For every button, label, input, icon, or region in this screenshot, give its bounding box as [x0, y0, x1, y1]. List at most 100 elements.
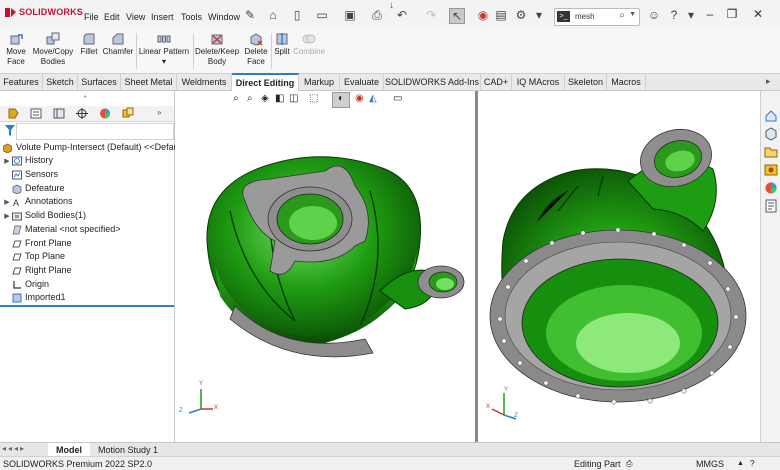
menu-file[interactable]: File — [84, 12, 99, 22]
select-arrow-icon[interactable]: ↖ — [449, 8, 465, 24]
tab-sheet-metal[interactable]: Sheet Metal — [121, 74, 177, 90]
linear-pattern-dropdown-icon[interactable]: ▾ — [162, 57, 166, 66]
customize-icon[interactable]: ▾ — [532, 8, 546, 22]
tree-item-history[interactable]: ▶ History — [2, 154, 53, 167]
tab-skeleton[interactable]: Skeleton — [565, 74, 607, 90]
linear-pattern-icon — [157, 35, 171, 43]
split-button[interactable]: Split — [273, 32, 291, 57]
chamfer-button[interactable]: Chamfer — [102, 32, 134, 57]
menu-view[interactable]: View — [126, 12, 145, 22]
new-document-icon[interactable]: ▯ — [290, 8, 304, 22]
tab-direct-editing[interactable]: Direct Editing — [232, 73, 299, 92]
menu-tools[interactable]: Tools — [181, 12, 202, 22]
tab-sketch[interactable]: Sketch — [43, 74, 78, 90]
expand-arrow-icon[interactable]: ▶ — [2, 210, 12, 223]
tree-item-annotations[interactable]: ▶ A Annotations — [2, 195, 72, 209]
menu-window[interactable]: Window — [208, 12, 240, 22]
tab-solidworks-add-ins[interactable]: SOLIDWORKS Add-Ins — [384, 74, 481, 90]
tab-cad-plus[interactable]: CAD+ — [481, 74, 512, 90]
tree-item-sensors[interactable]: Sensors — [2, 168, 58, 181]
tab-weldments[interactable]: Weldments — [177, 74, 232, 90]
search-input[interactable]: >_ mesh ⌕ ▼ — [554, 8, 640, 26]
graphics-viewport-left[interactable]: ⌕ ⌕ ◈ ◧ ◫ ⬚ ◐ ◉ ◭ ▭ Y X Z — [175, 91, 475, 442]
tree-item-front-plane[interactable]: Front Plane — [2, 237, 72, 250]
dimxpert-manager-tab-icon[interactable] — [74, 107, 90, 120]
tabs-scroll-icon[interactable]: ▸ — [766, 76, 771, 87]
expand-arrow-icon[interactable]: ▶ — [2, 155, 12, 168]
home-icon[interactable]: ⌂ — [266, 8, 280, 22]
tree-filter-input[interactable] — [16, 123, 174, 140]
view-palette-icon[interactable] — [764, 163, 778, 177]
display-manager-tab-icon[interactable] — [97, 107, 113, 120]
feature-manager-tab-icon[interactable] — [6, 107, 22, 120]
help-icon[interactable]: ? — [667, 8, 681, 22]
menu-edit[interactable]: Edit — [104, 12, 120, 22]
help-dropdown-icon[interactable]: ▾ — [684, 8, 698, 22]
minimize-button[interactable]: – — [700, 6, 720, 22]
tab-model[interactable]: Model — [48, 443, 90, 457]
property-manager-tab-icon[interactable] — [28, 107, 44, 120]
pane-grip-icon[interactable]: • — [84, 94, 86, 101]
menu-insert[interactable]: Insert — [151, 12, 174, 22]
pump-volute-isometric[interactable] — [175, 91, 475, 442]
options-gear-icon[interactable]: ⚙ — [514, 8, 528, 22]
tree-item-material[interactable]: Material <not specified> — [2, 223, 121, 236]
save-icon[interactable]: ▣ — [343, 8, 357, 22]
search-icon[interactable]: ⌕ — [619, 10, 625, 21]
tab-markup[interactable]: Markup — [299, 74, 340, 90]
expand-arrow-icon[interactable]: ▶ — [2, 196, 12, 209]
configuration-manager-tab-icon[interactable] — [51, 107, 67, 120]
print-icon[interactable]: ⎙ — [370, 8, 384, 22]
user-account-icon[interactable]: ☺ — [647, 8, 661, 22]
tree-item-origin[interactable]: Origin — [2, 278, 49, 291]
status-version: SOLIDWORKS Premium 2022 SP2.0 — [3, 459, 153, 469]
rollback-bar[interactable] — [0, 305, 174, 307]
tab-iq-macros[interactable]: IQ MAcros — [512, 74, 565, 90]
tree-root-part[interactable]: Volute Pump-Intersect (Default) <<Defaul… — [2, 141, 183, 154]
tree-item-right-plane[interactable]: Right Plane — [2, 264, 72, 277]
pin-icon[interactable]: ✎ — [243, 8, 257, 22]
redo-icon[interactable]: ↷ — [424, 8, 438, 22]
file-explorer-icon[interactable] — [764, 145, 778, 159]
move-face-button[interactable]: Move Face — [2, 32, 30, 67]
combine-button[interactable]: Combine — [293, 32, 325, 57]
rebuild-icon[interactable]: ◉ — [476, 8, 490, 22]
tab-scroll-arrows-icon[interactable]: ◂◂◂▸ — [2, 444, 26, 453]
move-copy-bodies-button[interactable]: Move/Copy Bodies — [31, 32, 75, 67]
delete-keep-body-icon — [211, 34, 223, 45]
pane-expand-icon[interactable]: » — [157, 108, 161, 117]
appearances-scenes-icon[interactable] — [764, 181, 778, 195]
tab-evaluate[interactable]: Evaluate — [340, 74, 384, 90]
tab-features[interactable]: Features — [0, 74, 43, 90]
file-properties-icon[interactable]: ▤ — [494, 8, 508, 22]
design-library-icon[interactable] — [764, 127, 778, 141]
help-status-icon[interactable]: ? — [750, 458, 754, 470]
open-folder-icon[interactable]: ▭ — [315, 8, 329, 22]
delete-face-button[interactable]: Delete Face — [242, 32, 270, 67]
chevron-down-icon[interactable]: ▼ — [629, 11, 636, 18]
undo-icon[interactable]: ↶ — [395, 8, 409, 22]
solidworks-logo[interactable]: SOLIDWORKS — [4, 6, 83, 19]
rebuild-status-icon[interactable]: ⎙ — [626, 458, 632, 470]
linear-pattern-button[interactable]: Linear Pattern ▾ — [138, 32, 190, 67]
pin-arrow-icon[interactable]: ↓ — [389, 0, 394, 11]
tab-macros[interactable]: Macros — [607, 74, 646, 90]
tree-item-defeature[interactable]: Defeature — [2, 182, 65, 195]
cam-manager-tab-icon[interactable] — [120, 107, 136, 120]
tree-item-top-plane[interactable]: Top Plane — [2, 250, 65, 263]
graphics-viewport-right[interactable]: Y X Z — [478, 91, 758, 442]
delete-keep-body-button[interactable]: Delete/Keep Body — [195, 32, 239, 67]
units-dropdown-icon[interactable]: ▲ — [737, 458, 744, 470]
tab-surfaces[interactable]: Surfaces — [78, 74, 121, 90]
triad-y-label: Y — [504, 387, 509, 393]
solidworks-resources-icon[interactable] — [764, 109, 778, 123]
tree-item-imported1[interactable]: Imported1 — [2, 291, 66, 304]
status-units[interactable]: MMGS — [696, 458, 724, 470]
fillet-button[interactable]: Fillet — [78, 32, 100, 57]
tab-motion-study-1[interactable]: Motion Study 1 — [92, 443, 164, 457]
close-button[interactable]: ✕ — [748, 6, 768, 22]
filter-icon[interactable] — [5, 125, 15, 136]
restore-button[interactable]: ❐ — [722, 6, 742, 22]
tree-item-solid-bodies[interactable]: ▶ Solid Bodies(1) — [2, 209, 86, 222]
custom-properties-icon[interactable] — [764, 199, 778, 213]
